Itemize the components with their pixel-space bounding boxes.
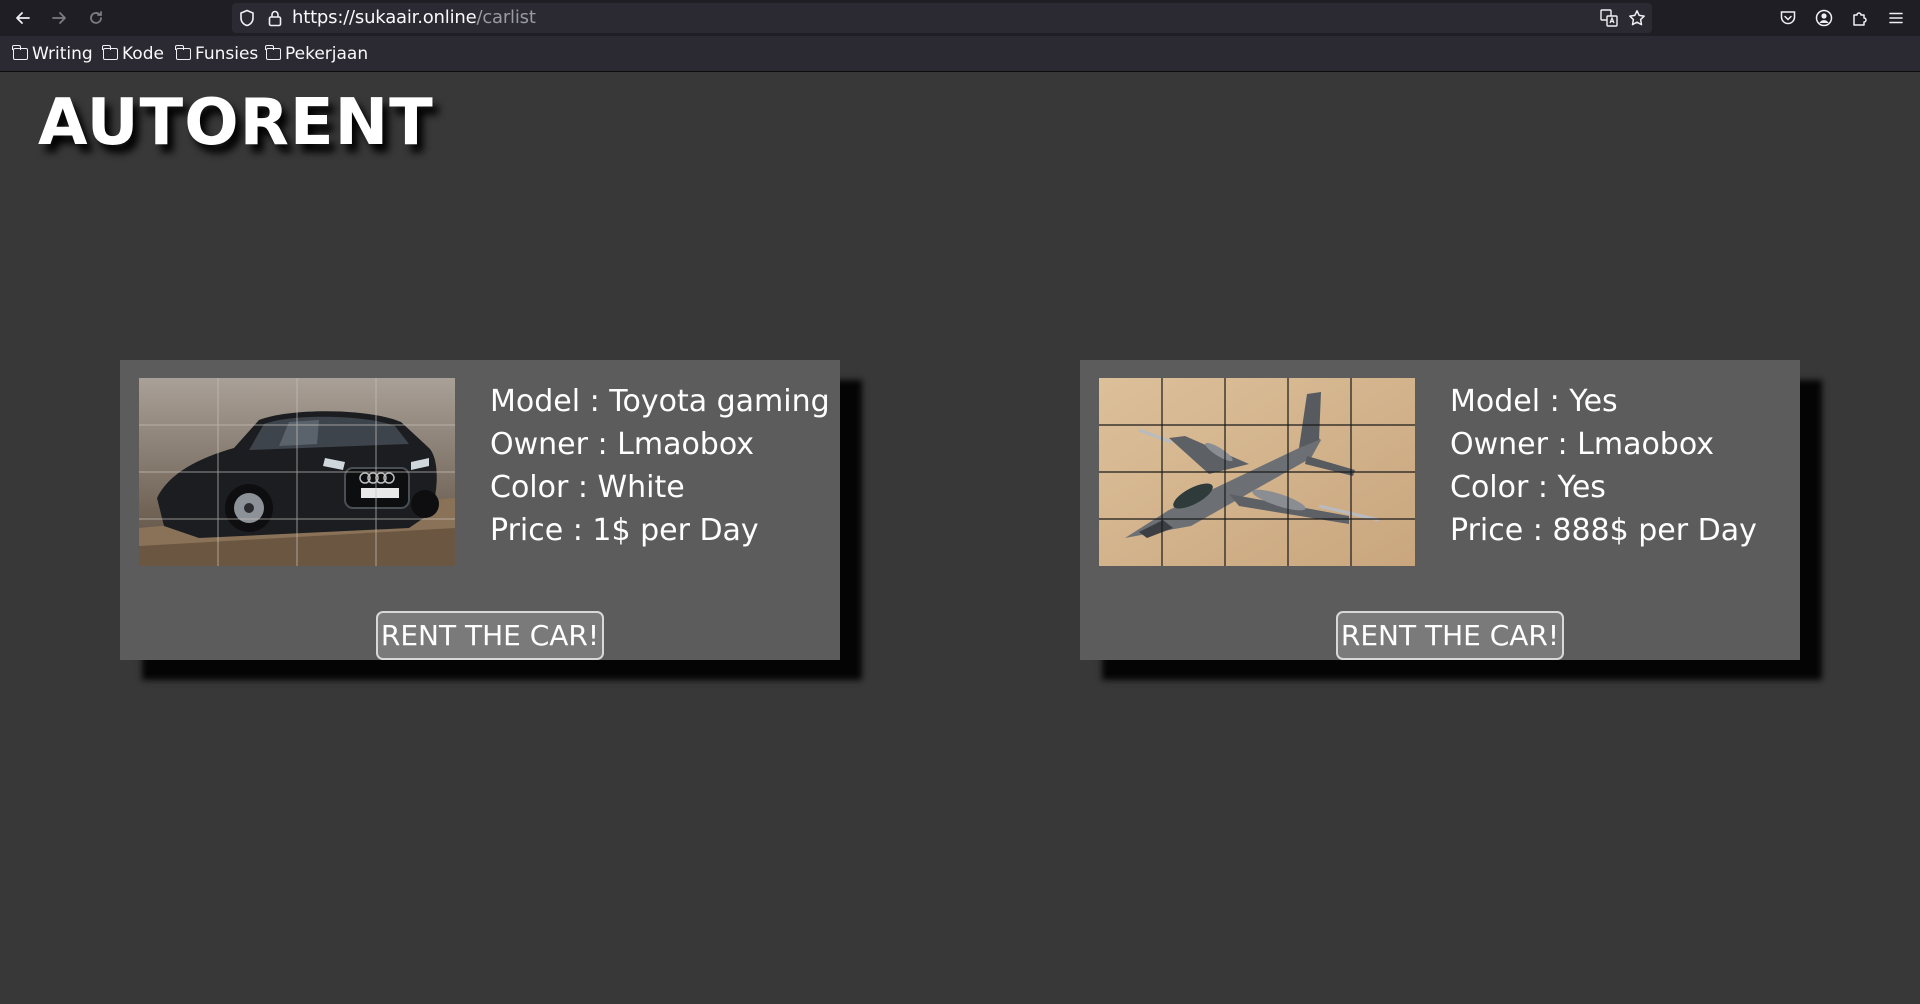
bookmark-label: Pekerjaan [285,44,369,64]
price-text: Price : 888$ per Day [1450,513,1757,548]
folder-icon [102,45,118,60]
pocket-icon[interactable] [1776,6,1800,30]
fighter-jet-photo [1099,378,1415,566]
grid-overlay [139,378,455,566]
menu-icon[interactable] [1884,6,1908,30]
url-host: https://sukaair.online [292,7,477,28]
bookmark-funsies[interactable]: Funsies [175,36,259,72]
url-path: /carlist [476,7,536,28]
site-logo[interactable]: AUTORENT [38,86,434,160]
owner-text: Owner : Lmaobox [1450,427,1715,462]
model-text: Model : Yes [1450,384,1618,419]
grid-overlay [1099,378,1415,566]
color-text: Color : Yes [1450,470,1606,505]
shield-icon[interactable] [238,9,256,27]
forward-icon[interactable] [47,6,71,30]
bookmark-label: Kode [122,44,164,64]
folder-icon [175,45,191,60]
url-bar[interactable]: https://sukaair.online/carlist [232,3,1652,33]
rent-button[interactable]: RENT THE CAR! [376,611,604,660]
folder-icon [12,45,28,60]
listing-card: Model : Toyota gaming Owner : Lmaobox Co… [120,360,840,660]
folder-icon [265,45,281,60]
bookmark-pekerjaan[interactable]: Pekerjaan [265,36,369,72]
url-text[interactable]: https://sukaair.online/carlist [292,3,536,33]
extensions-icon[interactable] [1848,6,1872,30]
back-icon[interactable] [11,6,35,30]
car-photo [139,378,455,566]
lock-icon[interactable] [266,9,284,27]
model-text: Model : Toyota gaming [490,384,830,419]
bookmark-kode[interactable]: Kode [102,36,164,72]
account-icon[interactable] [1812,6,1836,30]
bookmark-label: Writing [32,44,93,64]
browser-toolbar: https://sukaair.online/carlist [0,0,1920,36]
bookmark-star-icon[interactable] [1628,9,1646,27]
translate-icon[interactable] [1600,9,1618,27]
bookmark-label: Funsies [195,44,259,64]
rent-button[interactable]: RENT THE CAR! [1336,611,1564,660]
owner-text: Owner : Lmaobox [490,427,755,462]
listing-info: Model : Yes Owner : Lmaobox Color : Yes … [1450,380,1757,552]
listing-info: Model : Toyota gaming Owner : Lmaobox Co… [490,380,830,552]
bookmarks-toolbar: Writing Kode Funsies Pekerjaan [0,36,1920,72]
price-text: Price : 1$ per Day [490,513,759,548]
reload-icon[interactable] [84,6,108,30]
bookmark-writing[interactable]: Writing [12,36,93,72]
color-text: Color : White [490,470,685,505]
listing-card: Model : Yes Owner : Lmaobox Color : Yes … [1080,360,1800,660]
